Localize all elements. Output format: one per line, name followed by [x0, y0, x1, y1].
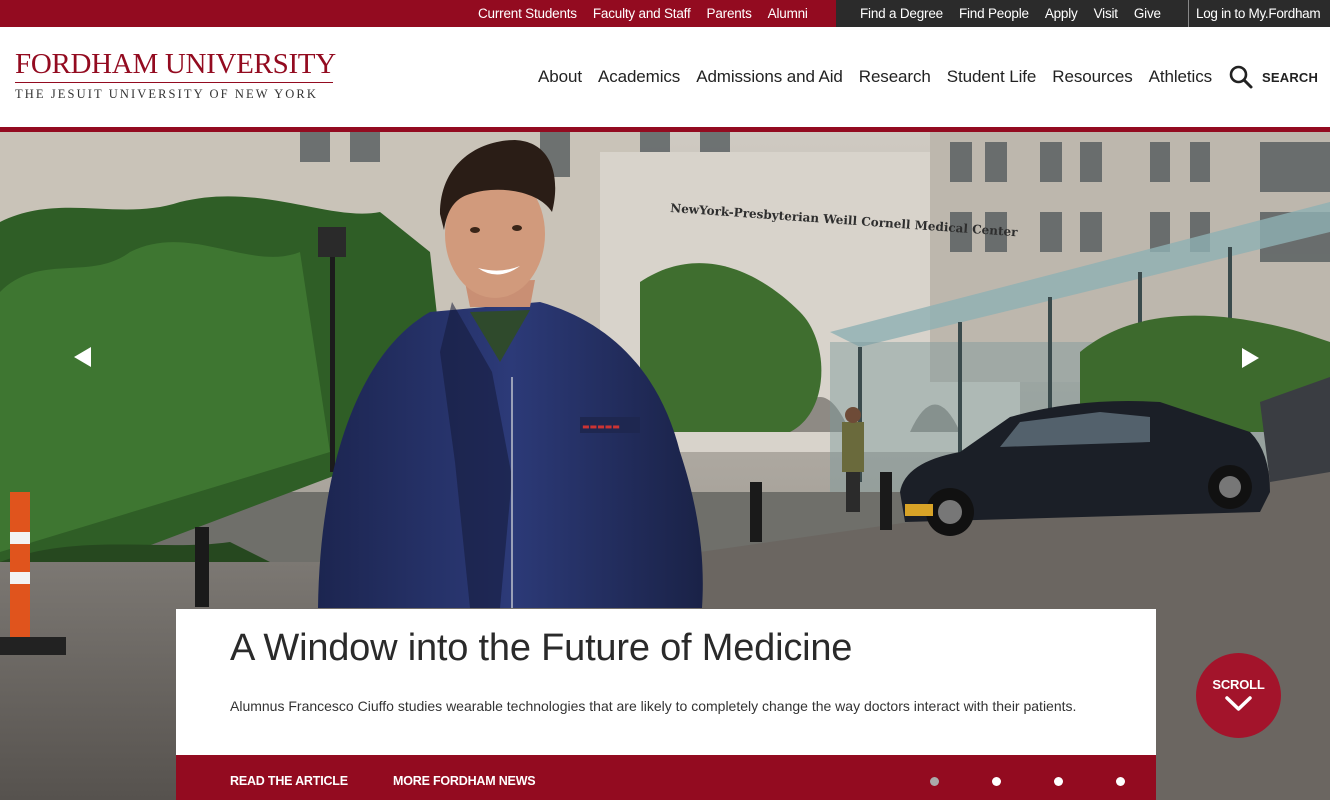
hero-caption-bar: READ THE ARTICLE MORE FORDHAM NEWS	[176, 755, 1156, 800]
link-apply[interactable]: Apply	[1045, 6, 1078, 21]
hero-summary: Alumnus Francesco Ciuffo studies wearabl…	[230, 698, 1077, 714]
search-button[interactable]: SEARCH	[1228, 64, 1318, 90]
scroll-label: SCROLL	[1212, 677, 1265, 692]
triangle-right-icon	[1242, 348, 1259, 368]
nav-athletics[interactable]: Athletics	[1149, 67, 1212, 87]
slide-dot-2[interactable]	[992, 777, 1001, 786]
link-alumni[interactable]: Alumni	[768, 6, 808, 21]
link-parents[interactable]: Parents	[707, 6, 752, 21]
site-header: FORDHAM UNIVERSITY THE JESUIT UNIVERSITY…	[0, 27, 1330, 127]
logo-tagline: THE JESUIT UNIVERSITY OF NEW YORK	[15, 87, 318, 101]
search-icon	[1229, 65, 1253, 89]
quick-links: Find a Degree Find People Apply Visit Gi…	[836, 0, 1188, 27]
more-news-link[interactable]: MORE FORDHAM NEWS	[393, 774, 536, 788]
audience-links: Current Students Faculty and Staff Paren…	[470, 0, 816, 27]
chevron-down-icon	[1225, 696, 1252, 711]
nav-admissions[interactable]: Admissions and Aid	[696, 67, 843, 87]
hero-caption-card: A Window into the Future of Medicine Alu…	[176, 609, 1156, 755]
carousel-next-button[interactable]	[1230, 336, 1270, 376]
nav-resources[interactable]: Resources	[1052, 67, 1132, 87]
nav-about[interactable]: About	[538, 67, 582, 87]
link-give[interactable]: Give	[1134, 6, 1161, 21]
main-nav: About Academics Admissions and Aid Resea…	[522, 67, 1212, 87]
scroll-button[interactable]: SCROLL	[1196, 653, 1281, 738]
nav-academics[interactable]: Academics	[598, 67, 680, 87]
link-current-students[interactable]: Current Students	[478, 6, 577, 21]
login-area: Log in to My.Fordham	[1188, 0, 1330, 27]
link-find-degree[interactable]: Find a Degree	[860, 6, 943, 21]
search-label: SEARCH	[1262, 69, 1319, 85]
link-visit[interactable]: Visit	[1094, 6, 1118, 21]
slide-dot-4[interactable]	[1116, 777, 1125, 786]
carousel-prev-button[interactable]	[64, 335, 104, 375]
logo[interactable]: FORDHAM UNIVERSITY THE JESUIT UNIVERSITY…	[15, 48, 336, 102]
hero-headline[interactable]: A Window into the Future of Medicine	[230, 627, 852, 670]
link-faculty-staff[interactable]: Faculty and Staff	[593, 6, 691, 21]
svg-text:▬▬▬▬▬: ▬▬▬▬▬	[582, 422, 620, 431]
link-find-people[interactable]: Find People	[959, 6, 1029, 21]
login-link[interactable]: Log in to My.Fordham	[1196, 6, 1321, 21]
triangle-left-icon	[74, 347, 91, 367]
slide-dot-3[interactable]	[1054, 777, 1063, 786]
utility-bar: Current Students Faculty and Staff Paren…	[0, 0, 1330, 27]
logo-title: FORDHAM UNIVERSITY	[15, 48, 336, 80]
slide-dot-1[interactable]	[930, 777, 939, 786]
logo-divider	[15, 82, 333, 83]
nav-research[interactable]: Research	[859, 67, 931, 87]
read-article-link[interactable]: READ THE ARTICLE	[230, 774, 348, 788]
nav-student-life[interactable]: Student Life	[947, 67, 1037, 87]
